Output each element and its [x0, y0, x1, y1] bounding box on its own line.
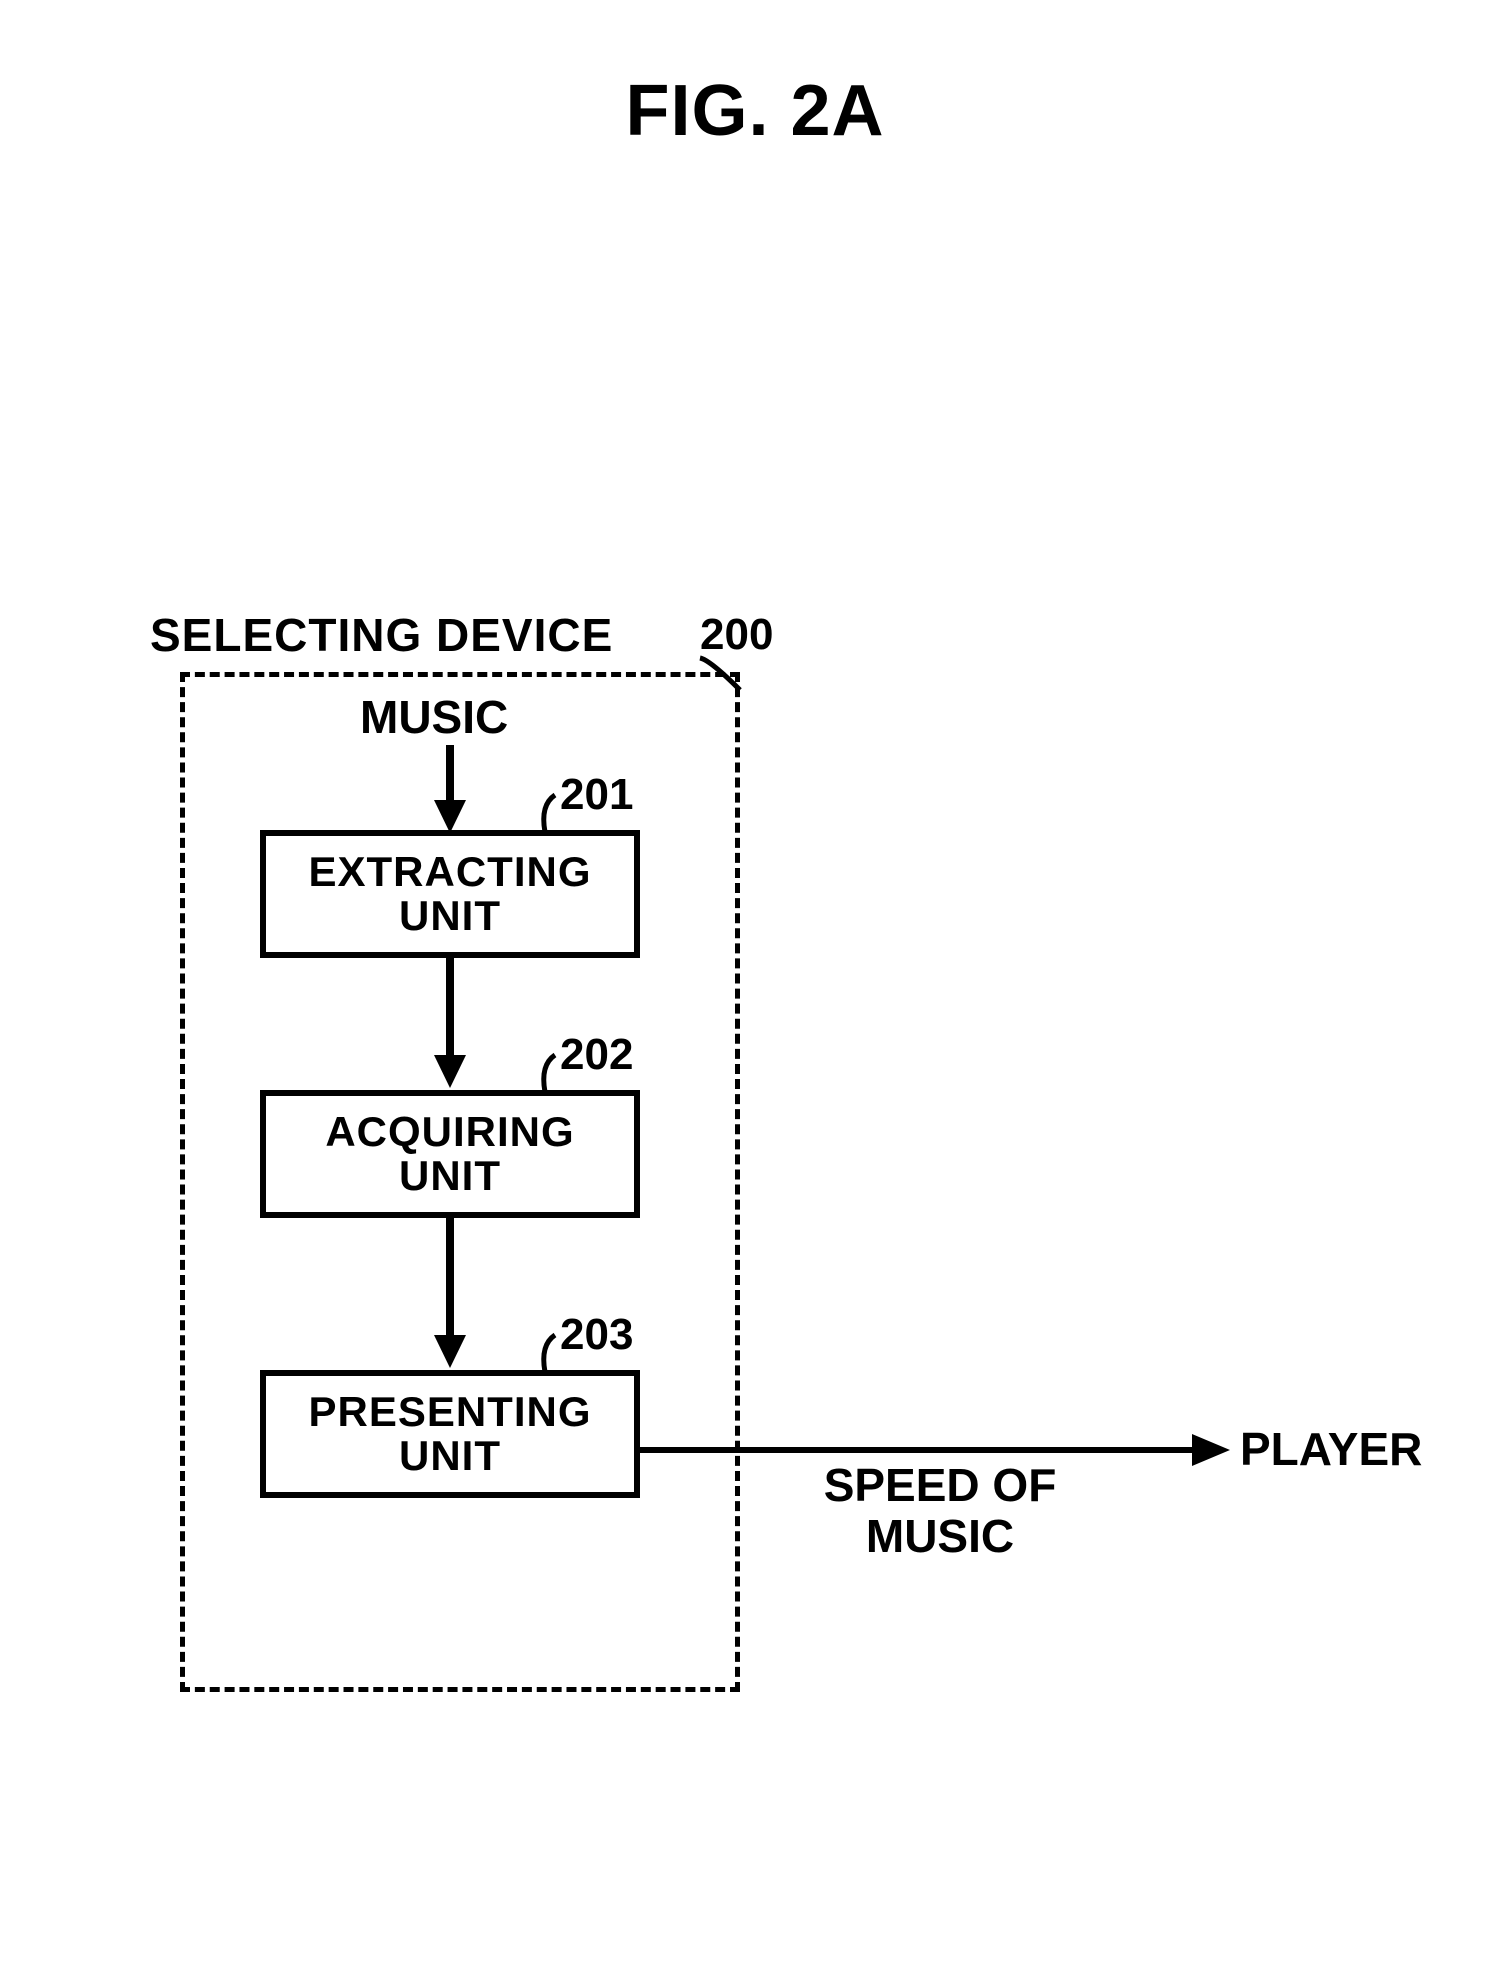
figure-title: FIG. 2A [0, 70, 1510, 152]
presenting-line2: UNIT [266, 1434, 634, 1478]
leader-203 [100, 620, 800, 1420]
output-line1: SPEED OF [800, 1460, 1080, 1511]
output-line2: MUSIC [800, 1511, 1080, 1562]
player-label: PLAYER [1240, 1422, 1422, 1476]
output-text: SPEED OF MUSIC [800, 1460, 1080, 1561]
selecting-device-container: SELECTING DEVICE 200 MUSIC EXTRACTING UN… [100, 620, 740, 1710]
